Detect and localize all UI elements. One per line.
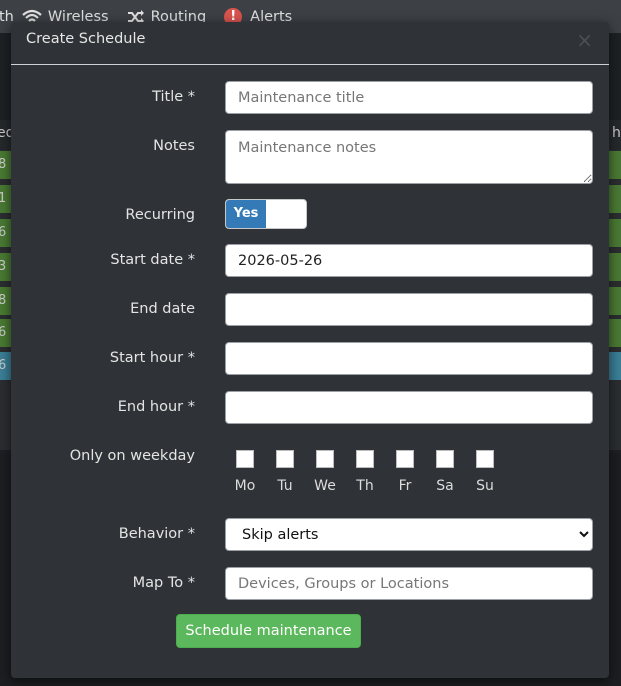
notes-textarea[interactable] <box>225 130 593 184</box>
weekday-su: Su <box>465 450 505 494</box>
weekday-fr: Fr <box>385 450 425 494</box>
notes-label: Notes <box>153 138 195 154</box>
weekday-name: We <box>314 478 336 494</box>
end-hour-input[interactable] <box>225 391 593 424</box>
end-date-input[interactable] <box>225 293 593 326</box>
table-cell: 6 <box>0 325 7 340</box>
weekday-name: Th <box>356 478 374 494</box>
background-header-left: ed <box>0 125 11 141</box>
modal-title: Create Schedule <box>26 31 146 47</box>
weekday-checkbox[interactable] <box>396 450 414 468</box>
weekday-we: We <box>305 450 345 494</box>
table-cell: 8 <box>0 293 7 308</box>
modal-header: Create Schedule × <box>11 22 609 65</box>
mapto-input[interactable] <box>225 567 593 600</box>
table-cell: 8 <box>0 157 7 172</box>
end-date-label: End date <box>130 301 195 317</box>
title-label: Title * <box>152 89 195 105</box>
table-cell: 1 <box>0 191 7 206</box>
recurring-label: Recurring <box>125 207 195 223</box>
start-date-label: Start date * <box>110 252 195 268</box>
close-icon[interactable]: × <box>576 30 593 50</box>
weekday-sa: Sa <box>425 450 465 494</box>
weekday-checkbox[interactable] <box>236 450 254 468</box>
recurring-toggle-on: Yes <box>226 200 266 228</box>
title-input[interactable] <box>225 81 593 114</box>
weekday-mo: Mo <box>225 450 265 494</box>
end-hour-label: End hour * <box>117 399 195 415</box>
start-date-input[interactable] <box>225 244 593 277</box>
weekday-checkbox[interactable] <box>436 450 454 468</box>
weekday-checkbox[interactable] <box>476 450 494 468</box>
behavior-label: Behavior * <box>118 526 195 542</box>
schedule-maintenance-button[interactable]: Schedule maintenance <box>176 614 361 648</box>
weekday-name: Tu <box>277 478 293 494</box>
weekday-name: Su <box>476 478 494 494</box>
mapto-label: Map To * <box>132 575 195 591</box>
behavior-select[interactable]: Skip alerts <box>225 518 593 551</box>
weekday-th: Th <box>345 450 385 494</box>
table-cell: 6 <box>0 225 7 240</box>
weekday-name: Mo <box>234 478 256 494</box>
weekday-name: Fr <box>398 478 412 494</box>
weekday-checkbox[interactable] <box>276 450 294 468</box>
weekday-checkbox[interactable] <box>356 450 374 468</box>
create-schedule-modal: Create Schedule × Title * Notes Recurrin… <box>11 22 609 678</box>
table-cell: 3 <box>0 259 7 274</box>
recurring-toggle[interactable]: Yes <box>225 199 307 229</box>
start-hour-label: Start hour * <box>109 350 195 366</box>
table-cell: 6 <box>0 358 7 373</box>
weekday-name: Sa <box>436 478 454 494</box>
weekday-label: Only on weekday <box>69 448 195 464</box>
background-header-right: h <box>612 125 621 141</box>
weekday-checkboxes: Mo Tu We Th Fr Sa Su <box>225 450 505 494</box>
weekday-tu: Tu <box>265 450 305 494</box>
weekday-checkbox[interactable] <box>316 450 334 468</box>
start-hour-input[interactable] <box>225 342 593 375</box>
